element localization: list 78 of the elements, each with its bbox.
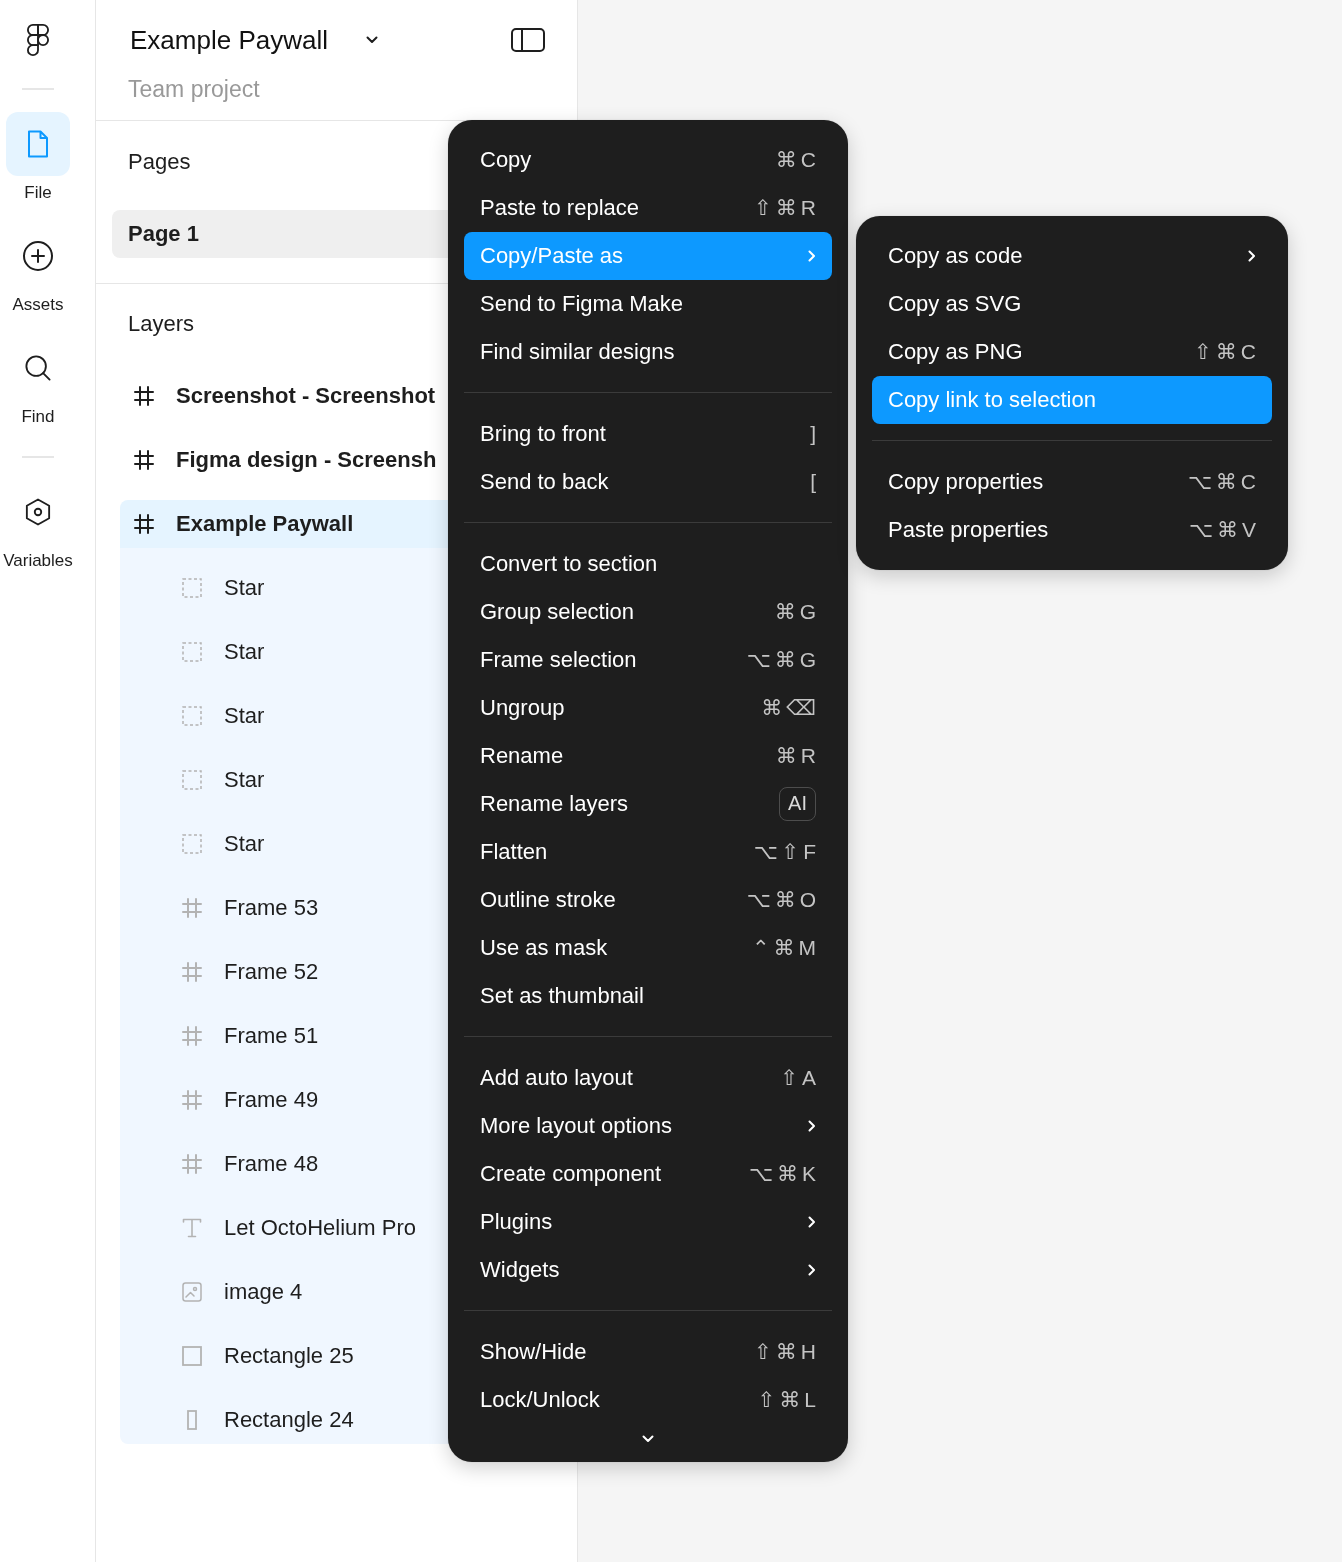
keyboard-shortcut: ⌘⌫ (761, 696, 820, 720)
chevron-right-icon (808, 1120, 816, 1132)
hexagon-icon (25, 498, 51, 526)
menu-item[interactable]: Group selection ⌘G (464, 588, 832, 636)
section-heading: Pages (128, 148, 191, 176)
menu-item[interactable]: Copy as SVG (872, 280, 1272, 328)
chevron-down-icon[interactable] (642, 1435, 654, 1443)
rail-tab-label: File (24, 182, 52, 204)
keyboard-shortcut: ⇧⌘R (754, 196, 820, 220)
section-heading: Layers (128, 310, 195, 338)
menu-item[interactable]: Create component ⌥⌘K (464, 1150, 832, 1198)
hash-icon (182, 1090, 202, 1110)
keyboard-shortcut: ⌥⌘G (746, 648, 820, 672)
keyboard-shortcut: ⌥⌘O (746, 888, 820, 912)
menu-item[interactable]: Use as mask ⌃⌘M (464, 924, 832, 972)
menu-item[interactable]: Send to Figma Make (464, 280, 832, 328)
rail-tab-label: Assets (12, 294, 64, 316)
menu-item[interactable]: Copy as code (872, 232, 1272, 280)
project-label: Team project (128, 76, 260, 102)
keyboard-shortcut: ⌘C (775, 148, 820, 172)
hash-icon (134, 386, 154, 406)
menu-item[interactable]: Paste properties ⌥⌘V (872, 506, 1272, 554)
keyboard-shortcut: ⌥⇧F (753, 840, 820, 864)
dashed-square-icon (182, 706, 202, 726)
chevron-down-icon (366, 36, 378, 44)
dashed-square-icon (182, 834, 202, 854)
plus-circle-icon (23, 241, 53, 271)
hash-icon (182, 898, 202, 918)
keyboard-shortcut: ⌘G (774, 600, 820, 624)
keyboard-shortcut: ⌥⌘C (1187, 470, 1260, 494)
menu-item[interactable]: Flatten ⌥⇧F (464, 828, 832, 876)
hash-icon (134, 514, 154, 534)
chevron-right-icon (1248, 250, 1256, 262)
hash-icon (134, 450, 154, 470)
menu-item[interactable]: Ungroup ⌘⌫ (464, 684, 832, 732)
rectangle-icon (182, 1346, 202, 1366)
keyboard-shortcut: [ (810, 470, 820, 494)
hash-icon (182, 962, 202, 982)
dashed-square-icon (182, 642, 202, 662)
hash-icon (182, 1026, 202, 1046)
narrow-rectangle-icon (187, 1410, 197, 1430)
dashed-square-icon (182, 770, 202, 790)
rail-tab-label: Find (21, 406, 55, 428)
menu-item[interactable]: Rename ⌘R (464, 732, 832, 780)
keyboard-shortcut: ⌥⌘K (748, 1162, 820, 1186)
keyboard-shortcut: ⇧⌘H (754, 1340, 820, 1364)
keyboard-shortcut: ⇧⌘L (757, 1388, 820, 1412)
chevron-right-icon (808, 250, 816, 262)
rail-tab-label: Variables (3, 550, 73, 572)
ai-badge: AI (779, 787, 816, 821)
menu-item[interactable]: More layout options (464, 1102, 832, 1150)
file-menu-button[interactable]: Example Paywall (130, 23, 378, 57)
chevron-right-icon (808, 1264, 816, 1276)
hash-icon (182, 1154, 202, 1174)
keyboard-shortcut: ⇧⌘C (1194, 340, 1260, 364)
chevron-right-icon (808, 1216, 816, 1228)
keyboard-shortcut: ⇧A (780, 1066, 820, 1090)
menu-item[interactable]: Show/Hide ⇧⌘H (464, 1328, 832, 1376)
logo-icon (27, 23, 49, 57)
menu-item[interactable]: Plugins (464, 1198, 832, 1246)
menu-item[interactable]: Frame selection ⌥⌘G (464, 636, 832, 684)
keyboard-shortcut: ⌥⌘V (1188, 518, 1260, 542)
menu-item[interactable]: Outline stroke ⌥⌘O (464, 876, 832, 924)
image-icon (182, 1282, 202, 1302)
menu-item[interactable]: Widgets (464, 1246, 832, 1294)
menu-item[interactable]: Copy as PNG ⇧⌘C (872, 328, 1272, 376)
menu-item[interactable]: Lock/Unlock ⇧⌘L (464, 1376, 832, 1424)
sidebar-toggle-icon[interactable] (511, 28, 545, 52)
text-icon (182, 1218, 202, 1238)
file-icon (27, 130, 49, 158)
menu-item[interactable]: Copy ⌘C (464, 136, 832, 184)
keyboard-shortcut: ⌘R (775, 744, 820, 768)
menu-item[interactable]: Rename layers AI (464, 780, 832, 828)
keyboard-shortcut: ] (810, 422, 820, 446)
search-icon (25, 355, 51, 381)
dashed-square-icon (182, 578, 202, 598)
menu-item[interactable]: Copy properties ⌥⌘C (872, 458, 1272, 506)
keyboard-shortcut: ⌃⌘M (751, 936, 820, 960)
